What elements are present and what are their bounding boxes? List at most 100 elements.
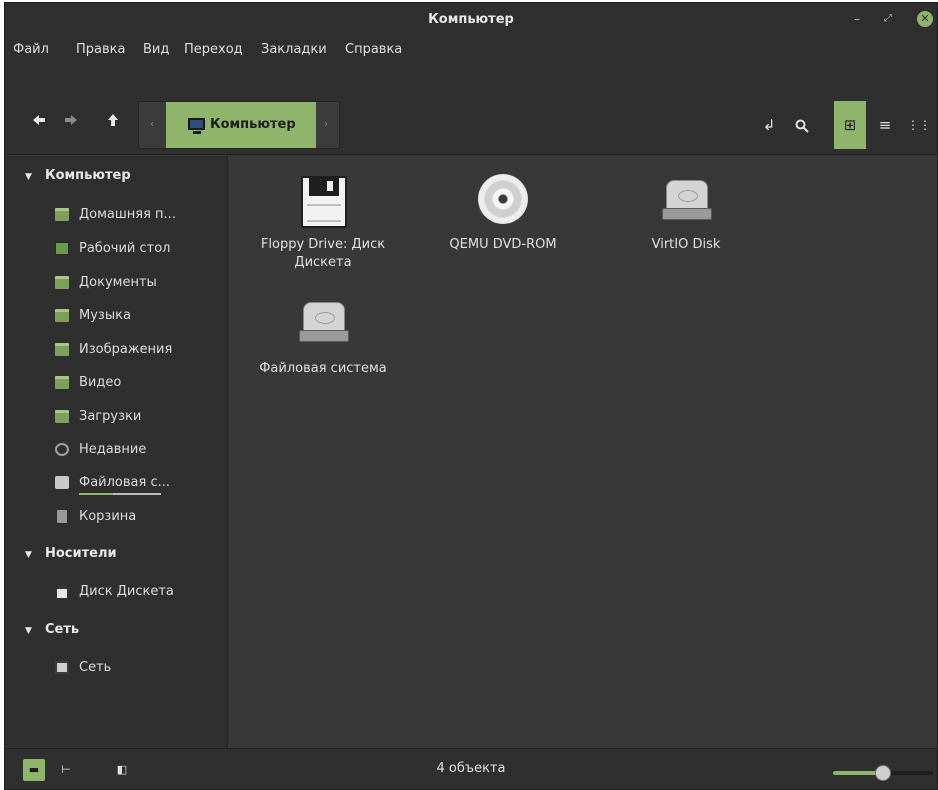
zoom-slider[interactable] bbox=[833, 765, 933, 781]
item-count: 4 объекта bbox=[436, 761, 506, 776]
videos-folder-icon bbox=[55, 376, 69, 389]
expander-arrow-icon: ▼ bbox=[25, 172, 32, 182]
sidebar-item-recent[interactable]: Недавние bbox=[55, 438, 225, 462]
icon-view-button[interactable]: ⊞ bbox=[834, 101, 866, 149]
documents-folder-icon bbox=[55, 276, 69, 289]
floppy-drive-icon bbox=[301, 176, 347, 228]
disk-usage-bar bbox=[79, 493, 161, 495]
up-arrow-icon bbox=[108, 114, 118, 126]
menu-go[interactable]: Переход bbox=[184, 42, 243, 57]
file-item-label: Файловая система bbox=[259, 361, 387, 376]
file-item-floppy-drive[interactable]: Floppy Drive: Диск Дискета bbox=[248, 156, 398, 286]
file-item-label: QEMU DVD-ROM bbox=[449, 237, 557, 252]
breadcrumb: ‹ Компьютер › bbox=[138, 101, 340, 149]
sidebar-item-trash[interactable]: Корзина bbox=[55, 505, 225, 529]
sidebar-section-computer[interactable]: ▼ Компьютер bbox=[25, 168, 131, 183]
back-arrow-icon bbox=[33, 115, 45, 125]
sidebar-item-label: Сеть bbox=[79, 660, 112, 675]
monitor-icon bbox=[188, 118, 205, 134]
sidebar-section-title: Компьютер bbox=[45, 168, 131, 183]
sidebar-item-label: Домашняя п... bbox=[79, 207, 176, 222]
floppy-icon bbox=[57, 585, 67, 598]
sidebar: ▼ Компьютер Домашняя п... Рабочий стол До… bbox=[5, 156, 228, 748]
breadcrumb-item-computer[interactable]: Компьютер bbox=[166, 102, 316, 148]
file-item-dvd-rom[interactable]: QEMU DVD-ROM bbox=[428, 156, 578, 286]
search-icon bbox=[795, 119, 809, 133]
sidebar-item-downloads[interactable]: Загрузки bbox=[55, 405, 225, 429]
sidebar-item-pictures[interactable]: Изображения bbox=[55, 338, 225, 362]
toggle-location-entry-button[interactable]: ↲ bbox=[753, 101, 785, 149]
music-folder-icon bbox=[55, 309, 69, 322]
expander-arrow-icon: ▼ bbox=[25, 626, 32, 636]
expander-arrow-icon: ▼ bbox=[25, 550, 32, 560]
recent-icon bbox=[55, 443, 69, 456]
sidebar-item-filesystem[interactable]: Файловая с... bbox=[55, 471, 225, 495]
file-item-virtio-disk[interactable]: VirtIO Disk bbox=[611, 156, 761, 286]
sidebar-item-documents[interactable]: Документы bbox=[55, 271, 225, 295]
toolbar: ‹ Компьютер › ↲ ⊞ ≡ ⋮⋮ bbox=[5, 65, 937, 155]
list-view-icon: ≡ bbox=[878, 116, 892, 134]
minimize-button[interactable]: – bbox=[849, 11, 865, 27]
maximize-button[interactable]: ⤢ bbox=[880, 11, 896, 27]
compact-view-button[interactable]: ⋮⋮ bbox=[903, 101, 935, 149]
breadcrumb-scroll-left-button[interactable]: ‹ bbox=[139, 102, 165, 148]
close-button[interactable]: ✕ bbox=[917, 11, 933, 27]
menu-edit[interactable]: Правка bbox=[76, 42, 125, 57]
sidebar-section-title: Сеть bbox=[45, 622, 80, 637]
forward-button[interactable] bbox=[63, 113, 79, 129]
sidebar-item-floppy[interactable]: Диск Дискета bbox=[55, 580, 225, 604]
compact-view-icon: ⋮⋮ bbox=[907, 118, 931, 132]
search-button[interactable] bbox=[786, 101, 818, 149]
trash-icon bbox=[57, 510, 67, 523]
zoom-slider-handle[interactable] bbox=[875, 765, 891, 781]
sidebar-section-title: Носители bbox=[45, 546, 117, 561]
menu-help[interactable]: Справка bbox=[345, 42, 402, 57]
file-manager-window: Компьютер – ⤢ ✕ Файл Правка Вид Переход … bbox=[4, 2, 938, 790]
forward-arrow-icon bbox=[65, 115, 77, 125]
file-item-filesystem[interactable]: Файловая система bbox=[248, 280, 398, 400]
home-folder-icon bbox=[55, 208, 69, 221]
sidebar-item-label: Видео bbox=[79, 375, 122, 390]
sidebar-item-label: Недавние bbox=[79, 442, 147, 457]
sidebar-item-label: Музыка bbox=[79, 308, 131, 323]
sidebar-item-music[interactable]: Музыка bbox=[55, 304, 225, 328]
menu-file[interactable]: Файл bbox=[13, 42, 49, 57]
path-entry-icon: ↲ bbox=[762, 116, 776, 134]
desktop-icon bbox=[55, 242, 69, 255]
sidebar-section-devices[interactable]: ▼ Носители bbox=[25, 546, 117, 561]
sidebar-item-label: Документы bbox=[79, 275, 157, 290]
network-icon bbox=[55, 661, 69, 674]
sidebar-item-label: Загрузки bbox=[79, 409, 142, 424]
drive-icon bbox=[55, 476, 69, 489]
file-item-label: Floppy Drive: Диск Дискета bbox=[260, 237, 386, 270]
sidebar-item-label: Диск Дискета bbox=[79, 584, 174, 599]
sidebar-item-label: Рабочий стол bbox=[79, 241, 171, 256]
downloads-folder-icon bbox=[55, 410, 69, 423]
title-bar[interactable]: Компьютер – ⤢ ✕ bbox=[5, 3, 937, 37]
menu-bar: Файл Правка Вид Переход Закладки Справка bbox=[5, 37, 937, 65]
sidebar-item-desktop[interactable]: Рабочий стол bbox=[55, 237, 225, 261]
up-button[interactable] bbox=[105, 113, 121, 129]
back-button[interactable] bbox=[31, 113, 47, 129]
sidebar-item-home[interactable]: Домашняя п... bbox=[55, 203, 225, 227]
file-view[interactable]: Floppy Drive: Диск Дискета QEMU DVD-ROM … bbox=[229, 156, 937, 748]
sidebar-item-label: Файловая с... bbox=[79, 475, 170, 490]
breadcrumb-label: Компьютер bbox=[210, 117, 296, 132]
sidebar-section-network[interactable]: ▼ Сеть bbox=[25, 622, 79, 637]
status-bar: ▬ ⊢ ◧ 4 объекта bbox=[5, 748, 937, 789]
hard-disk-icon bbox=[662, 180, 712, 224]
menu-view[interactable]: Вид bbox=[143, 42, 169, 57]
grid-view-icon: ⊞ bbox=[843, 116, 857, 134]
sidebar-item-videos[interactable]: Видео bbox=[55, 371, 225, 395]
breadcrumb-scroll-right-button[interactable]: › bbox=[313, 102, 339, 148]
sidebar-item-network[interactable]: Сеть bbox=[55, 656, 225, 680]
sidebar-item-label: Корзина bbox=[79, 509, 137, 524]
menu-bookmarks[interactable]: Закладки bbox=[261, 42, 327, 57]
window-title: Компьютер bbox=[428, 12, 514, 27]
file-item-label: VirtIO Disk bbox=[651, 237, 721, 252]
sidebar-item-label: Изображения bbox=[79, 342, 173, 357]
pictures-folder-icon bbox=[55, 343, 69, 356]
hard-disk-icon bbox=[299, 302, 349, 346]
cd-rom-icon bbox=[478, 174, 528, 224]
list-view-button[interactable]: ≡ bbox=[869, 101, 901, 149]
